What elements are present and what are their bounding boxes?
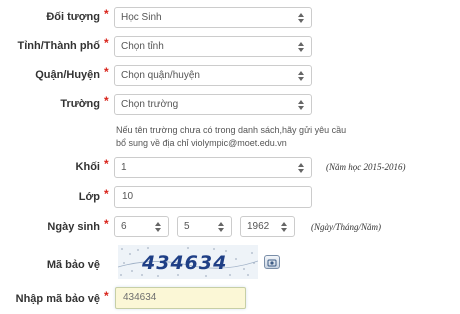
truong-select[interactable]: Chọn trường — [114, 94, 312, 115]
captcha-text: 434634 — [141, 252, 227, 274]
quan-value: Chọn quận/huyện — [121, 70, 200, 81]
required-mark: * — [104, 65, 109, 79]
doi-tuong-value: Học Sinh — [121, 12, 162, 23]
khoi-value: 1 — [121, 162, 127, 173]
updown-caret-icon — [297, 98, 305, 112]
ngay-sinh-label: Ngày sinh — [47, 221, 100, 233]
tinh-select[interactable]: Chọn tỉnh — [114, 36, 312, 57]
truong-label: Trường — [60, 98, 100, 110]
birth-year-value: 1962 — [247, 221, 270, 232]
required-mark: * — [104, 157, 109, 171]
truong-value: Chọn trường — [121, 99, 179, 110]
birth-day-value: 6 — [121, 221, 127, 232]
birth-day-select[interactable]: 6 — [114, 216, 169, 237]
quan-label: Quận/Huyện — [35, 69, 100, 81]
doi-tuong-select[interactable]: Học Sinh — [114, 7, 312, 28]
birth-year-select[interactable]: 1962 — [240, 216, 295, 237]
updown-caret-icon — [154, 220, 162, 234]
lop-input[interactable]: 10 — [114, 186, 312, 208]
date-format-hint: (Ngày/Tháng/Năm) — [311, 222, 382, 232]
updown-caret-icon — [297, 69, 305, 83]
lop-label: Lớp — [78, 191, 100, 203]
required-mark: * — [104, 36, 109, 50]
updown-caret-icon — [297, 11, 305, 25]
school-note-line1: Nếu tên trường chưa có trong danh sách,h… — [116, 125, 347, 135]
birth-month-select[interactable]: 5 — [177, 216, 232, 237]
tinh-label: Tỉnh/Thành phố — [17, 40, 100, 52]
updown-caret-icon — [217, 220, 225, 234]
refresh-captcha-icon — [265, 256, 279, 273]
updown-caret-icon — [280, 220, 288, 234]
captcha-image: 434634 — [118, 245, 258, 279]
captcha-input[interactable]: 434634 — [115, 287, 246, 309]
required-mark: * — [104, 289, 109, 303]
updown-caret-icon — [297, 40, 305, 54]
quan-select[interactable]: Chọn quận/huyện — [114, 65, 312, 86]
required-mark: * — [104, 217, 109, 231]
captcha-input-label: Nhập mã bảo vệ — [15, 293, 100, 305]
required-mark: * — [104, 94, 109, 108]
doi-tuong-label: Đối tượng — [46, 11, 100, 23]
khoi-select[interactable]: 1 — [114, 157, 312, 178]
school-note-prefix: bổ sung về địa chỉ — [116, 138, 192, 148]
required-mark: * — [104, 187, 109, 201]
khoi-label: Khối — [75, 161, 100, 173]
support-email-link[interactable]: violympic@moet.edu.vn — [191, 138, 287, 148]
tinh-value: Chọn tỉnh — [121, 41, 164, 52]
required-mark: * — [104, 7, 109, 21]
school-note-line2: bổ sung về địa chỉ violympic@moet.edu.vn — [116, 137, 287, 150]
birth-month-value: 5 — [184, 221, 190, 232]
captcha-label: Mã bảo vệ — [46, 259, 100, 271]
school-year-hint: (Năm học 2015-2016) — [326, 162, 406, 172]
updown-caret-icon — [297, 161, 305, 175]
refresh-captcha-button[interactable] — [264, 255, 280, 269]
